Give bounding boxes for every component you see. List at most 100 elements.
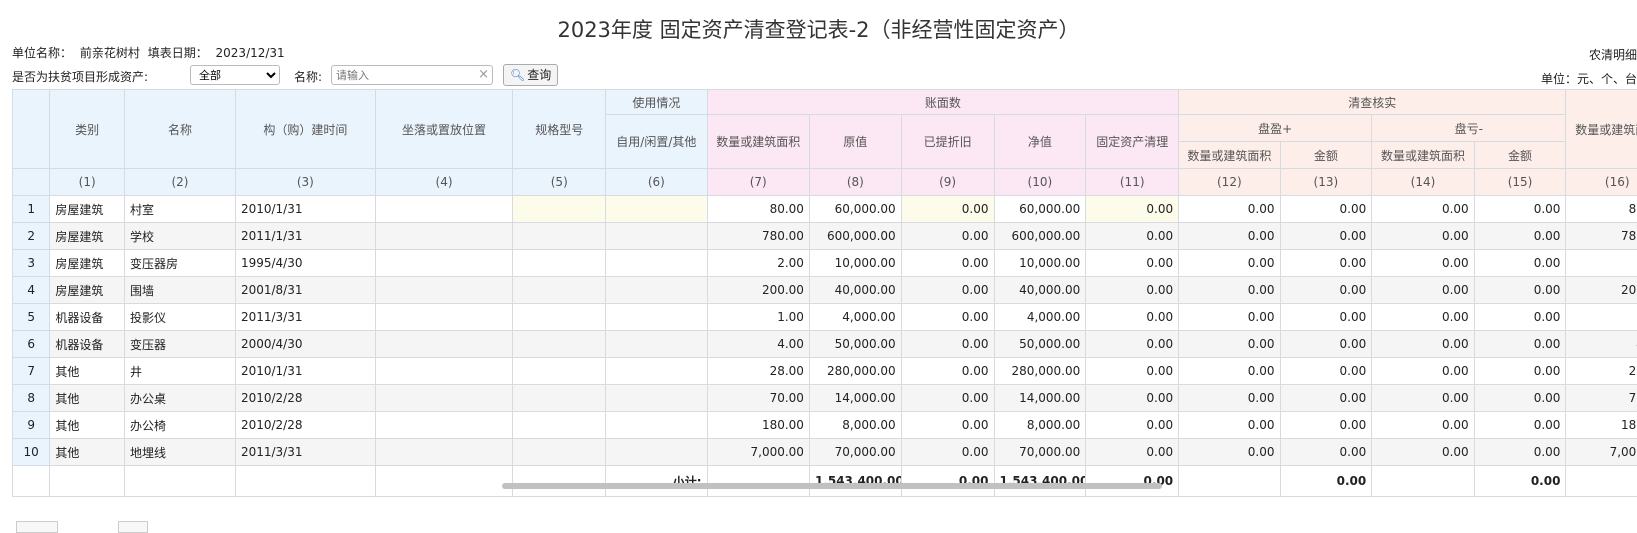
cell-net: 8,000.00 — [994, 412, 1086, 439]
table-row[interactable]: 10其他地埋线2011/3/317,000.0070,000.000.0070,… — [13, 439, 1637, 466]
cell-location — [375, 250, 513, 277]
cell-surplus-amount: 0.00 — [1280, 412, 1372, 439]
cell-surplus-amount: 0.00 — [1280, 223, 1372, 250]
poverty-select[interactable]: 全部 — [190, 65, 280, 85]
cell-dep: 0.00 — [901, 385, 994, 412]
pager-page-input[interactable] — [118, 521, 148, 533]
cell-loss-qty: 0.00 — [1372, 250, 1474, 277]
cell-qty: 7,000.00 — [707, 439, 809, 466]
cell-usage — [606, 304, 707, 331]
cell-orig: 70,000.00 — [809, 439, 901, 466]
cell-qty: 180.00 — [707, 412, 809, 439]
horizontal-scrollbar[interactable] — [502, 483, 1162, 489]
cell-loss-amount: 0.00 — [1474, 331, 1566, 358]
subtotal-empty — [235, 466, 375, 497]
cell-surplus-qty: 0.00 — [1179, 196, 1280, 223]
cell-surplus-qty: 0.00 — [1179, 385, 1280, 412]
query-button[interactable]: 🔍︎查询 — [503, 64, 558, 86]
idx: 2 — [13, 223, 50, 250]
cell-surplus-qty: 0.00 — [1179, 331, 1280, 358]
cell-category: 其他 — [50, 385, 125, 412]
subtotal-index — [13, 466, 50, 497]
idx: 4 — [13, 277, 50, 304]
table-row[interactable]: 3房屋建筑变压器房1995/4/302.0010,000.000.0010,00… — [13, 250, 1637, 277]
cell-location — [375, 412, 513, 439]
colnum: (1) — [50, 169, 125, 196]
pager-control[interactable] — [16, 521, 58, 533]
cell-location — [375, 223, 513, 250]
cell-net: 14,000.00 — [994, 385, 1086, 412]
cell-clear: 0.00 — [1086, 358, 1179, 385]
table-row[interactable]: 1房屋建筑村室2010/1/3180.0060,000.000.0060,000… — [13, 196, 1637, 223]
table-row[interactable]: 4房屋建筑围墙2001/8/31200.0040,000.000.0040,00… — [13, 277, 1637, 304]
table-row[interactable]: 9其他办公椅2010/2/28180.008,000.000.008,000.0… — [13, 412, 1637, 439]
cell-clear: 0.00 — [1086, 277, 1179, 304]
subtotal-net: 1,543,400.00 — [994, 466, 1086, 497]
colnum: (4) — [375, 169, 513, 196]
cell-dep: 0.00 — [901, 250, 994, 277]
table-row[interactable]: 5机器设备投影仪2011/3/311.004,000.000.004,000.0… — [13, 304, 1637, 331]
cell-qty-16: 70.00 — [1566, 385, 1637, 412]
table-row[interactable]: 6机器设备变压器2000/4/304.0050,000.000.0050,000… — [13, 331, 1637, 358]
cell-qty: 2.00 — [707, 250, 809, 277]
cell-clear: 0.00 — [1086, 223, 1179, 250]
table-row[interactable]: 2房屋建筑学校2011/1/31780.00600,000.000.00600,… — [13, 223, 1637, 250]
cell-location — [375, 277, 513, 304]
cell-build-time: 2001/8/31 — [235, 277, 375, 304]
cell-dep: 0.00 — [901, 304, 994, 331]
unit-info: 单位名称： 前亲花树村 填表日期： 2023/12/31 — [12, 44, 285, 61]
cell-surplus-amount: 0.00 — [1280, 304, 1372, 331]
name-input[interactable] — [332, 66, 480, 84]
cell-category: 机器设备 — [50, 331, 125, 358]
cell-dep: 0.00 — [901, 358, 994, 385]
clear-icon[interactable]: × — [478, 67, 489, 83]
cell-dep: 0.00 — [901, 439, 994, 466]
header-location: 坐落或置放位置 — [375, 90, 513, 169]
subtotal-dep: 0.00 — [901, 466, 994, 497]
cell-loss-qty: 0.00 — [1372, 223, 1474, 250]
idx: 5 — [13, 304, 50, 331]
cell-surplus-qty: 0.00 — [1179, 412, 1280, 439]
cell-spec — [513, 223, 606, 250]
cell-surplus-qty: 0.00 — [1179, 439, 1280, 466]
cell-loss-qty: 0.00 — [1372, 385, 1474, 412]
cell-surplus-amount: 0.00 — [1280, 385, 1372, 412]
table-row[interactable]: 7其他井2010/1/3128.00280,000.000.00280,000.… — [13, 358, 1637, 385]
cell-dep: 0.00 — [901, 196, 994, 223]
cell-loss-amount: 0.00 — [1474, 304, 1566, 331]
cell-usage — [606, 277, 707, 304]
detail-link[interactable]: 农清明细 — [1589, 46, 1637, 63]
cell-surplus-amount: 0.00 — [1280, 358, 1372, 385]
cell-usage — [606, 223, 707, 250]
table-row[interactable]: 8其他办公桌2010/2/2870.0014,000.000.0014,000.… — [13, 385, 1637, 412]
idx: 9 — [13, 412, 50, 439]
cell-loss-qty: 0.00 — [1372, 196, 1474, 223]
cell-loss-amount: 0.00 — [1474, 358, 1566, 385]
cell-category: 其他 — [50, 358, 125, 385]
cell-build-time: 2010/1/31 — [235, 196, 375, 223]
cell-dep: 0.00 — [901, 277, 994, 304]
colnum: (10) — [994, 169, 1086, 196]
cell-build-time: 2000/4/30 — [235, 331, 375, 358]
header-book-group: 账面数 — [707, 90, 1179, 115]
colnum: (2) — [125, 169, 236, 196]
cell-dep: 0.00 — [901, 412, 994, 439]
cell-category: 房屋建筑 — [50, 250, 125, 277]
cell-usage — [606, 196, 707, 223]
subtotal-empty — [375, 466, 513, 497]
cell-location — [375, 331, 513, 358]
cell-dep: 0.00 — [901, 331, 994, 358]
cell-build-time: 2011/1/31 — [235, 223, 375, 250]
subtotal-empty — [1372, 466, 1474, 497]
cell-name: 投影仪 — [125, 304, 236, 331]
asset-table: 类别 名称 构（购）建时间 坐落或置放位置 规格型号 使用情况 账面数 清查核实… — [12, 89, 1637, 497]
cell-usage — [606, 412, 707, 439]
colnum: (5) — [513, 169, 606, 196]
query-button-label: 查询 — [527, 68, 551, 82]
cell-qty: 80.00 — [707, 196, 809, 223]
colnum-index — [13, 169, 50, 196]
cell-name: 村室 — [125, 196, 236, 223]
cell-net: 10,000.00 — [994, 250, 1086, 277]
cell-loss-amount: 0.00 — [1474, 223, 1566, 250]
colnum: (7) — [707, 169, 809, 196]
